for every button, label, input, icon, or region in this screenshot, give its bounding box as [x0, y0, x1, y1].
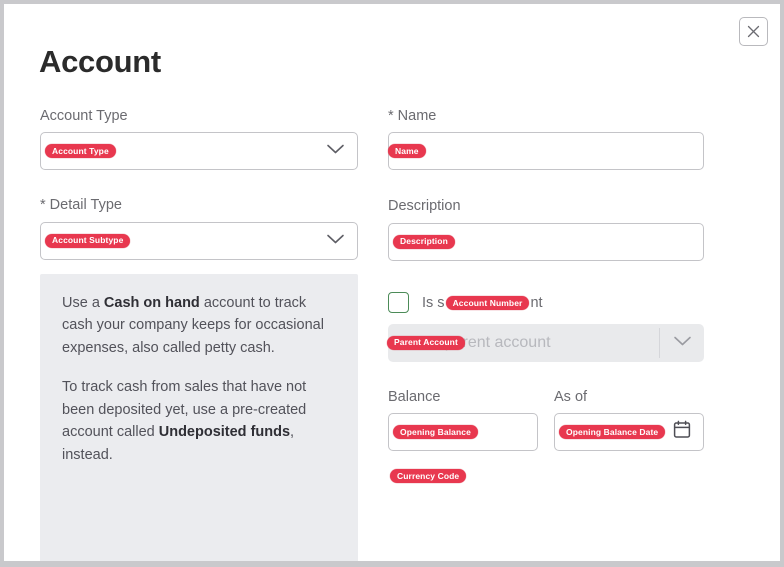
account-type-label: Account Type — [40, 108, 128, 124]
detail-type-info-box: Use a Cash on hand account to track cash… — [40, 274, 358, 561]
balance-input[interactable]: Opening Balance — [388, 413, 538, 452]
balance-label: Balance — [388, 388, 441, 405]
left-column: Account Type Account Type * Detail Type … — [40, 108, 358, 260]
sub-account-row: Is s Account Number nt — [388, 291, 704, 315]
chevron-down-icon — [673, 334, 692, 352]
chevron-down-icon — [326, 232, 345, 250]
sub-account-label: Is s Account Number nt — [422, 294, 543, 311]
account-dialog: Account Account Type Account Type * Deta… — [4, 4, 780, 561]
name-field-group: * Name Name — [388, 108, 704, 171]
detail-type-label: * Detail Type — [40, 197, 122, 214]
account-type-select[interactable]: Account Type — [40, 132, 358, 171]
select-divider — [659, 327, 660, 358]
currency-code-badge: Currency Code — [390, 469, 467, 484]
close-button[interactable] — [739, 17, 768, 46]
close-icon — [747, 25, 760, 38]
parent-account-badge: Parent Account — [387, 335, 465, 350]
name-label: * Name — [388, 108, 437, 124]
description-input[interactable]: Description — [388, 222, 704, 261]
opening-balance-badge: Opening Balance — [393, 425, 478, 440]
detail-type-select[interactable]: Account Subtype — [40, 221, 358, 260]
info-paragraph-1: Use a Cash on hand account to track cash… — [62, 295, 324, 356]
account-type-badge: Account Type — [45, 144, 116, 159]
account-subtype-badge: Account Subtype — [45, 233, 131, 248]
name-input[interactable]: Name — [388, 132, 704, 171]
description-badge: Description — [393, 234, 455, 249]
opening-balance-date-badge: Opening Balance Date — [559, 425, 666, 440]
right-column: * Name Name Description Description Is s… — [387, 108, 704, 489]
as-of-field-group: As of Opening Balance Date — [554, 388, 704, 452]
chevron-down-icon — [326, 142, 345, 160]
name-badge: Name — [388, 144, 426, 159]
detail-type-field-group: * Detail Type Account Subtype — [40, 197, 358, 260]
balance-field-group: Balance Opening Balance — [388, 388, 538, 452]
info-paragraph-2: To track cash from sales that have not b… — [62, 379, 307, 463]
account-type-field-group: Account Type Account Type — [40, 108, 358, 171]
balance-row: Balance Opening Balance As of Opening Ba… — [388, 388, 704, 452]
description-field-group: Description Description — [388, 198, 704, 261]
as-of-label: As of — [554, 388, 588, 405]
as-of-date-input[interactable]: Opening Balance Date — [554, 413, 704, 452]
page-title: Account — [39, 44, 161, 79]
sub-account-checkbox[interactable] — [388, 292, 409, 314]
viewport-frame: Account Account Type Account Type * Deta… — [0, 0, 784, 567]
account-number-badge: Account Number — [445, 296, 530, 311]
calendar-icon[interactable] — [673, 420, 691, 444]
currency-code-row: Currency Code — [388, 469, 704, 489]
description-label: Description — [388, 198, 461, 215]
parent-account-select: Enter parent account Parent Account — [387, 323, 704, 362]
